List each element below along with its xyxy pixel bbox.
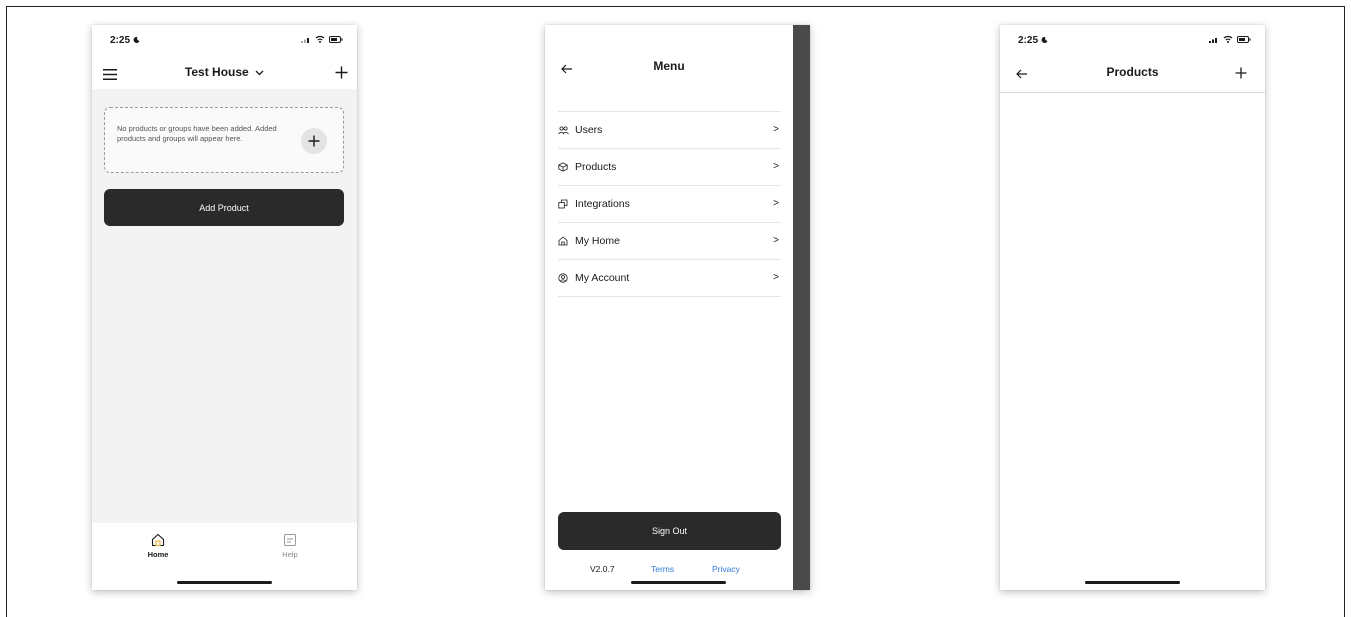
status-time: 2:25 [110,35,140,46]
tab-home-label: Home [147,550,169,559]
tab-home[interactable]: Home [123,533,193,559]
menu-item-my-home[interactable]: My Home > [558,223,781,260]
signal-icon [301,37,309,43]
chevron-right-icon: > [773,161,779,172]
menu-item-integrations[interactable]: Integrations > [558,186,781,223]
box-icon [558,160,572,174]
plus-icon [308,135,320,147]
chevron-down-icon [255,70,264,76]
moon-icon [133,36,140,43]
home-indicator [177,581,272,584]
menu-item-label: My Account [575,272,630,284]
app-version: V2.0.7 [590,564,615,574]
tab-help-label: Help [282,550,298,559]
products-screen: 2:25 Products [1000,25,1265,590]
menu-list: Users > Products > Integrations > My Hom… [558,111,781,297]
status-bar: 2:25 [1000,25,1265,55]
add-product-circle-button[interactable] [301,128,327,154]
menu-item-label: My Home [575,235,620,247]
moon-icon [1041,36,1048,43]
sign-out-button[interactable]: Sign Out [558,512,781,550]
account-icon [558,271,572,285]
menu-item-label: Integrations [575,198,630,210]
wifi-icon [1223,35,1233,43]
drawer-overlay[interactable] [793,25,810,590]
add-icon[interactable] [1231,63,1251,83]
top-bar: Test House [92,55,357,91]
status-icons [301,35,343,43]
menu-item-label: Users [575,124,603,136]
page-title: Products [1106,65,1159,79]
empty-state-message: No products or groups have been added. A… [117,124,277,143]
terms-link[interactable]: Terms [651,564,674,574]
chevron-right-icon: > [773,235,779,246]
battery-icon [329,35,343,43]
users-icon [558,123,572,137]
status-time: 2:25 [1018,35,1048,46]
privacy-link[interactable]: Privacy [712,564,740,574]
home-screen: 2:25 Test House No products or groups ha… [92,25,357,590]
menu-item-users[interactable]: Users > [558,112,781,149]
wifi-icon [315,35,325,43]
menu-item-products[interactable]: Products > [558,149,781,186]
menu-item-label: Products [575,161,617,173]
integrations-icon [558,197,572,211]
battery-icon [1237,35,1251,43]
signal-icon [1209,37,1217,43]
chevron-right-icon: > [773,198,779,209]
status-bar: 2:25 [92,25,357,55]
products-top-bar: Products [1000,55,1265,93]
tab-bar: Home Help [92,523,357,590]
menu-drawer: Menu Users > Products > Integrations > M… [545,25,793,590]
status-icons [1209,35,1251,43]
chevron-right-icon: > [773,272,779,283]
tab-help[interactable]: Help [255,533,325,559]
home-icon [151,533,165,547]
house-selector[interactable]: Test House [92,65,357,79]
home-indicator [631,581,726,584]
add-icon[interactable] [331,62,351,82]
chevron-right-icon: > [773,124,779,135]
home-indicator [1085,581,1180,584]
empty-state-card: No products or groups have been added. A… [104,107,344,173]
page-title: Test House [184,65,249,79]
menu-item-my-account[interactable]: My Account > [558,260,781,297]
menu-top-bar: Menu [545,53,793,89]
menu-screen: Menu Users > Products > Integrations > M… [545,25,810,590]
home-icon [558,234,572,248]
help-icon [284,534,296,546]
add-product-button[interactable]: Add Product [104,189,344,226]
home-content: No products or groups have been added. A… [92,89,357,523]
menu-title: Menu [653,59,685,73]
